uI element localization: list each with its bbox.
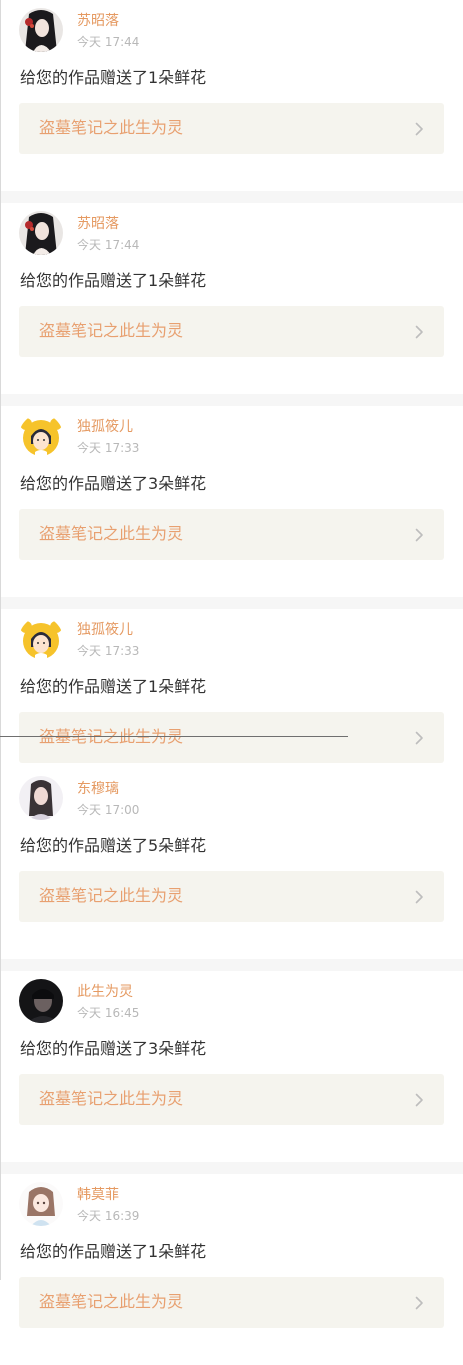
avatar[interactable]: [19, 776, 63, 820]
timestamp: 今天 16:39: [77, 1209, 140, 1223]
chevron-right-icon: [415, 890, 424, 904]
avatar-icon-anime-girl: [19, 1182, 63, 1226]
card-separator: [0, 597, 463, 609]
chevron-right-icon: [415, 528, 424, 542]
divider-line: [0, 736, 348, 737]
gift-message: 给您的作品赠送了1朵鲜花: [20, 68, 207, 87]
username[interactable]: 韩莫菲: [77, 1186, 119, 1204]
avatar-icon-photo-woman: [19, 776, 63, 820]
username[interactable]: 此生为灵: [77, 983, 133, 1001]
avatar-icon-ink-portrait-woman: [19, 211, 63, 255]
gift-message: 给您的作品赠送了1朵鲜花: [20, 271, 207, 290]
avatar[interactable]: [19, 1182, 63, 1226]
notification-card: 苏昭落 今天 17:44 给您的作品赠送了1朵鲜花 盗墓笔记之此生为灵: [0, 203, 463, 394]
card-separator: [0, 1162, 463, 1174]
chevron-right-icon: [415, 731, 424, 745]
notification-card: 独孤筱儿 今天 17:33 给您的作品赠送了1朵鲜花 盗墓笔记之此生为灵: [0, 609, 463, 768]
gift-message: 给您的作品赠送了5朵鲜花: [20, 836, 207, 855]
username[interactable]: 苏昭落: [77, 215, 119, 233]
timestamp: 今天 17:44: [77, 35, 140, 49]
notification-card: 独孤筱儿 今天 17:33 给您的作品赠送了3朵鲜花 盗墓笔记之此生为灵: [0, 406, 463, 597]
work-title: 盗墓笔记之此生为灵: [39, 1089, 184, 1108]
username[interactable]: 独孤筱儿: [77, 621, 133, 639]
avatar[interactable]: [19, 617, 63, 661]
chevron-right-icon: [415, 325, 424, 339]
work-link[interactable]: 盗墓笔记之此生为灵: [19, 712, 444, 763]
avatar-icon-cartoon-girl-yellow: [19, 617, 63, 661]
card-separator: [0, 191, 463, 203]
card-separator: [0, 959, 463, 971]
avatar[interactable]: [19, 8, 63, 52]
gift-message: 给您的作品赠送了1朵鲜花: [20, 1242, 207, 1261]
notification-card: 此生为灵 今天 16:45 给您的作品赠送了3朵鲜花 盗墓笔记之此生为灵: [0, 971, 463, 1162]
notification-card: 苏昭落 今天 17:44 给您的作品赠送了1朵鲜花 盗墓笔记之此生为灵: [0, 0, 463, 191]
timestamp: 今天 17:00: [77, 803, 140, 817]
work-title: 盗墓笔记之此生为灵: [39, 886, 184, 905]
work-title: 盗墓笔记之此生为灵: [39, 524, 184, 543]
chevron-right-icon: [415, 1296, 424, 1310]
card-separator: [0, 394, 463, 406]
chevron-right-icon: [415, 122, 424, 136]
notification-feed: 苏昭落 今天 17:44 给您的作品赠送了1朵鲜花 盗墓笔记之此生为灵 苏昭落 …: [0, 0, 463, 1365]
avatar-icon-ink-portrait-woman: [19, 8, 63, 52]
notification-card: 韩莫菲 今天 16:39 给您的作品赠送了1朵鲜花 盗墓笔记之此生为灵: [0, 1174, 463, 1365]
gift-message: 给您的作品赠送了1朵鲜花: [20, 677, 207, 696]
work-link[interactable]: 盗墓笔记之此生为灵: [19, 871, 444, 922]
gift-message: 给您的作品赠送了3朵鲜花: [20, 1039, 207, 1058]
work-title: 盗墓笔记之此生为灵: [39, 727, 184, 746]
work-title: 盗墓笔记之此生为灵: [39, 1292, 184, 1311]
work-link[interactable]: 盗墓笔记之此生为灵: [19, 306, 444, 357]
work-link[interactable]: 盗墓笔记之此生为灵: [19, 1277, 444, 1328]
avatar-icon-cartoon-girl-yellow: [19, 414, 63, 458]
avatar-icon-photo-man-dark: [19, 979, 63, 1023]
work-title: 盗墓笔记之此生为灵: [39, 118, 184, 137]
username[interactable]: 苏昭落: [77, 12, 119, 30]
timestamp: 今天 16:45: [77, 1006, 140, 1020]
work-link[interactable]: 盗墓笔记之此生为灵: [19, 509, 444, 560]
timestamp: 今天 17:33: [77, 441, 140, 455]
work-link[interactable]: 盗墓笔记之此生为灵: [19, 1074, 444, 1125]
left-edge-rule: [0, 0, 1, 1280]
work-title: 盗墓笔记之此生为灵: [39, 321, 184, 340]
avatar[interactable]: [19, 211, 63, 255]
timestamp: 今天 17:33: [77, 644, 140, 658]
avatar[interactable]: [19, 414, 63, 458]
timestamp: 今天 17:44: [77, 238, 140, 252]
avatar[interactable]: [19, 979, 63, 1023]
username[interactable]: 东穆璃: [77, 780, 119, 798]
work-link[interactable]: 盗墓笔记之此生为灵: [19, 103, 444, 154]
username[interactable]: 独孤筱儿: [77, 418, 133, 436]
gift-message: 给您的作品赠送了3朵鲜花: [20, 474, 207, 493]
chevron-right-icon: [415, 1093, 424, 1107]
notification-card: 东穆璃 今天 17:00 给您的作品赠送了5朵鲜花 盗墓笔记之此生为灵: [0, 768, 463, 959]
